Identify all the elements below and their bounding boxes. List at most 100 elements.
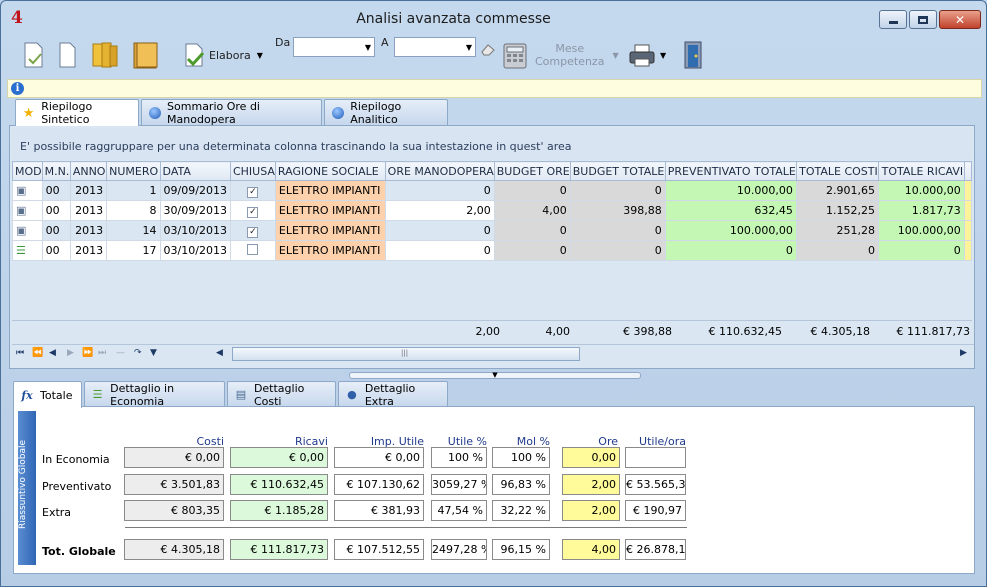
cell-chiusa[interactable] bbox=[229, 240, 276, 261]
print-dropdown-icon[interactable]: ▼ bbox=[660, 51, 666, 60]
cell-budget-tot[interactable]: 0 bbox=[569, 220, 666, 241]
da-date-select[interactable]: ▼ bbox=[293, 37, 375, 57]
prev-record-icon[interactable]: ◀ bbox=[49, 348, 56, 358]
cell-anno[interactable]: 2013 bbox=[69, 240, 108, 261]
group-by-area[interactable]: E' possibile raggruppare per una determi… bbox=[12, 128, 972, 160]
cell-mn[interactable]: 00 bbox=[41, 220, 71, 241]
clear-dates-button[interactable] bbox=[480, 29, 496, 69]
cell-ricavi[interactable]: 1.817,73 bbox=[878, 200, 965, 221]
elabora-dropdown-icon[interactable]: ▼ bbox=[257, 51, 263, 60]
cell-ore[interactable]: 0 bbox=[384, 180, 495, 201]
new-doc-button[interactable] bbox=[57, 35, 77, 75]
table-row[interactable]: ▣ 00 2013 1 09/09/2013 ✓ ELETTRO IMPIANTI 0 0 0 10… bbox=[12, 180, 973, 201]
cell-prev[interactable]: 100.000,00 bbox=[664, 220, 797, 241]
cell-budget-ore[interactable]: 4,00 bbox=[493, 200, 571, 221]
chiusa-checkbox[interactable]: ✓ bbox=[247, 206, 259, 218]
chiusa-checkbox[interactable]: ✓ bbox=[247, 186, 259, 198]
cell-numero[interactable]: 14 bbox=[106, 220, 161, 241]
filter-icon[interactable]: ▼ bbox=[150, 348, 157, 358]
folders-button[interactable] bbox=[91, 35, 119, 75]
cell-ore[interactable]: 2,00 bbox=[384, 200, 495, 221]
cell-ore[interactable]: 0 bbox=[384, 240, 495, 261]
elabora-button[interactable]: Elabora ▼ bbox=[181, 35, 263, 75]
maximize-button[interactable] bbox=[909, 10, 937, 29]
cell-numero[interactable]: 8 bbox=[106, 200, 161, 221]
cell-data[interactable]: 30/09/2013 bbox=[159, 200, 231, 221]
cell-mn[interactable]: 00 bbox=[41, 200, 71, 221]
horizontal-scrollbar-thumb[interactable]: ||| bbox=[232, 347, 580, 361]
cell-data[interactable]: 03/10/2013 bbox=[159, 220, 231, 241]
cell-ore[interactable]: 0 bbox=[384, 220, 495, 241]
cell-ragione[interactable]: ELETTRO IMPIANTI bbox=[274, 220, 386, 241]
refresh-icon[interactable]: ↷ bbox=[134, 348, 142, 358]
cell-budget-ore[interactable]: 0 bbox=[493, 220, 571, 241]
minimize-button[interactable] bbox=[879, 10, 907, 29]
cell-anno[interactable]: 2013 bbox=[69, 220, 108, 241]
calculator-button[interactable] bbox=[501, 35, 529, 75]
chiusa-checkbox[interactable]: ✓ bbox=[247, 226, 259, 238]
close-button[interactable]: ✕ bbox=[939, 10, 981, 29]
chiusa-checkbox[interactable] bbox=[247, 243, 259, 255]
cell-costi[interactable]: 2.901,65 bbox=[795, 180, 880, 201]
cell-ragione[interactable]: ELETTRO IMPIANTI bbox=[274, 180, 386, 201]
col-totale-ricavi[interactable]: TOTALE RICAVI bbox=[878, 161, 965, 181]
cell-budget-tot[interactable]: 398,88 bbox=[569, 200, 666, 221]
col-mn[interactable]: M.N. bbox=[41, 161, 71, 181]
col-chiusa[interactable]: CHIUSA bbox=[229, 161, 276, 181]
cell-costi[interactable]: 251,28 bbox=[795, 220, 880, 241]
panel-splitter[interactable]: ▼ bbox=[349, 372, 641, 379]
cell-prev[interactable]: 0 bbox=[664, 240, 797, 261]
next-page-icon[interactable]: ⏩ bbox=[82, 348, 93, 358]
col-anno[interactable]: ANNO bbox=[69, 161, 108, 181]
row-edit-icon[interactable]: ☰ bbox=[12, 240, 43, 261]
cell-costi[interactable]: 1.152,25 bbox=[795, 200, 880, 221]
cell-prev[interactable]: 10.000,00 bbox=[664, 180, 797, 201]
cell-ragione[interactable]: ELETTRO IMPIANTI bbox=[274, 240, 386, 261]
col-ragione-sociale[interactable]: RAGIONE SOCIALE bbox=[274, 161, 386, 181]
cell-chiusa[interactable]: ✓ bbox=[229, 180, 276, 201]
tab-riepilogo-sintetico[interactable]: ★ Riepilogo Sintetico bbox=[15, 99, 139, 126]
tab-riepilogo-analitico[interactable]: Riepilogo Analitico bbox=[324, 99, 448, 126]
cell-numero[interactable]: 17 bbox=[106, 240, 161, 261]
col-budget-totale[interactable]: BUDGET TOTALE bbox=[569, 161, 666, 181]
scroll-right-icon[interactable]: ▶ bbox=[960, 348, 967, 358]
cell-budget-ore[interactable]: 0 bbox=[493, 240, 571, 261]
table-row[interactable]: ☰ 00 2013 17 03/10/2013 ELETTRO IMPIANTI 0 0 0 0 0… bbox=[12, 240, 973, 261]
col-preventivato-totale[interactable]: PREVENTIVATO TOTALE bbox=[664, 161, 797, 181]
print-button[interactable]: ▼ bbox=[627, 35, 666, 75]
table-row[interactable]: ▣ 00 2013 8 30/09/2013 ✓ ELETTRO IMPIANTI 2,00 4… bbox=[12, 200, 973, 221]
a-date-select[interactable]: ▼ bbox=[394, 37, 476, 57]
col-totale-costi[interactable]: TOTALE COSTI bbox=[795, 161, 880, 181]
cell-data[interactable]: 09/09/2013 bbox=[159, 180, 231, 201]
row-document-icon[interactable]: ▣ bbox=[12, 180, 43, 201]
tab-dettaglio-extra[interactable]: ● Dettaglio Extra bbox=[338, 381, 448, 408]
mese-dropdown-icon[interactable]: ▼ bbox=[612, 51, 618, 60]
cell-ragione[interactable]: ELETTRO IMPIANTI bbox=[274, 200, 386, 221]
col-data[interactable]: DATA bbox=[159, 161, 231, 181]
table-row[interactable]: ▣ 00 2013 14 03/10/2013 ✓ ELETTRO IMPIANTI 0 0 0 1… bbox=[12, 220, 973, 241]
cell-mn[interactable]: 00 bbox=[41, 180, 71, 201]
cell-budget-tot[interactable]: 0 bbox=[569, 240, 666, 261]
tab-totale[interactable]: fx Totale bbox=[13, 381, 82, 408]
cell-anno[interactable]: 2013 bbox=[69, 200, 108, 221]
row-document-icon[interactable]: ▣ bbox=[12, 200, 43, 221]
mese-competenza-button[interactable]: Mese Competenza ▼ bbox=[535, 35, 619, 75]
last-page-icon[interactable]: ⏭ bbox=[98, 348, 106, 358]
col-numero[interactable]: NUMERO bbox=[106, 161, 161, 181]
next-record-icon[interactable]: ▶ bbox=[67, 348, 74, 358]
open-doc-button[interactable] bbox=[21, 35, 45, 75]
tab-dettaglio-economia[interactable]: ☰ Dettaglio in Economia bbox=[84, 381, 225, 408]
cell-costi[interactable]: 0 bbox=[795, 240, 880, 261]
col-mod[interactable]: MOD bbox=[12, 161, 43, 181]
cell-data[interactable]: 03/10/2013 bbox=[159, 240, 231, 261]
cell-numero[interactable]: 1 bbox=[106, 180, 161, 201]
cell-budget-ore[interactable]: 0 bbox=[493, 180, 571, 201]
exit-button[interactable] bbox=[681, 35, 705, 75]
cell-prev[interactable]: 632,45 bbox=[664, 200, 797, 221]
book-button[interactable] bbox=[131, 35, 161, 75]
cell-ricavi[interactable]: 0 bbox=[878, 240, 965, 261]
cell-chiusa[interactable]: ✓ bbox=[229, 220, 276, 241]
col-budget-ore[interactable]: BUDGET ORE bbox=[493, 161, 571, 181]
cell-anno[interactable]: 2013 bbox=[69, 180, 108, 201]
tab-sommario-ore[interactable]: Sommario Ore di Manodopera bbox=[141, 99, 322, 126]
